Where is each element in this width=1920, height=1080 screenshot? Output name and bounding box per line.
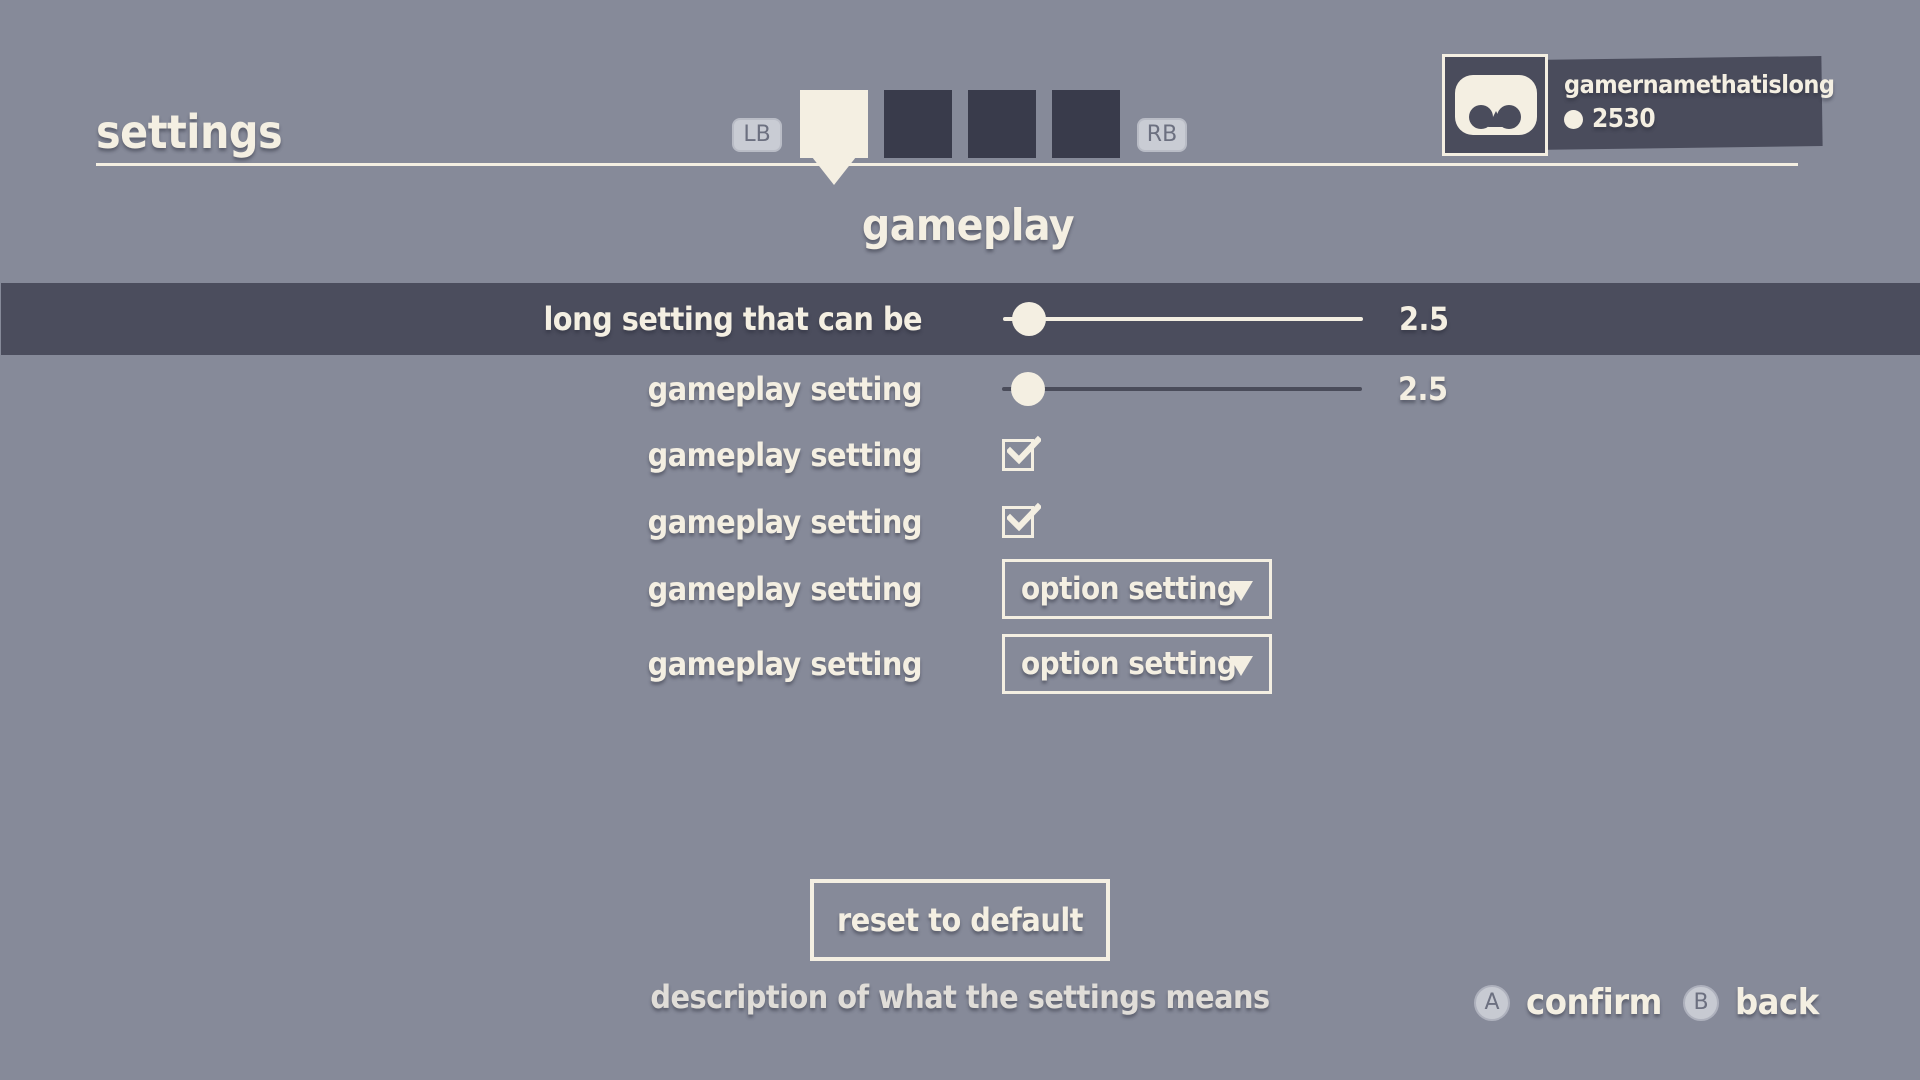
option-dropdown[interactable]: option setting [1002,634,1272,694]
gamername: gamernamethatislong [1564,70,1835,99]
dropdown-value: option setting [1021,571,1237,607]
a-button-icon: A [1474,984,1510,1021]
avatar-mask-icon [1455,75,1537,135]
confirm-label: confirm [1526,982,1662,1023]
coin-icon [1564,110,1583,129]
slider-track[interactable] [1003,317,1363,321]
setting-label: gameplay setting [647,370,923,408]
setting-label: gameplay setting [647,503,923,541]
section-title: gameplay [861,200,1075,251]
tab-4[interactable] [1052,90,1120,158]
checkmark-icon [1007,435,1041,465]
tab-3[interactable] [968,90,1036,158]
active-tab-pointer [812,157,856,185]
setting-label: gameplay setting [647,436,923,474]
back-hint[interactable]: B back [1683,982,1819,1023]
dropdown-arrow-icon [1229,656,1253,676]
setting-row-slider[interactable]: long setting that can be 2.5 [1,283,1920,355]
slider-value: 2.5 [1399,300,1449,338]
settings-screen: settings LB RB gamernamethatislong 2530 … [0,0,1920,1080]
reset-to-default-button[interactable]: reset to default [810,879,1110,961]
setting-row-checkbox[interactable]: gameplay setting [0,421,1920,489]
setting-row-checkbox[interactable]: gameplay setting [0,488,1920,556]
tab-gameplay[interactable] [800,90,868,158]
setting-label: gameplay setting [647,645,923,683]
b-button-icon: B [1683,984,1719,1021]
slider-knob[interactable] [1012,302,1046,336]
header-divider [96,163,1798,166]
setting-label: gameplay setting [647,570,923,608]
setting-row-slider[interactable]: gameplay setting 2.5 [0,355,1920,423]
confirm-hint[interactable]: A confirm [1474,982,1662,1023]
setting-checkbox[interactable] [1002,435,1041,471]
setting-label: long setting that can be [543,300,922,338]
page-title: settings [96,105,283,159]
dropdown-arrow-icon [1229,581,1253,601]
tab-2[interactable] [884,90,952,158]
setting-row-dropdown[interactable]: gameplay setting option setting [0,630,1920,698]
slider-track[interactable] [1002,387,1362,391]
setting-checkbox[interactable] [1002,502,1041,538]
slider-value: 2.5 [1398,370,1448,408]
option-dropdown[interactable]: option setting [1002,559,1272,619]
slider-knob[interactable] [1011,372,1045,406]
checkmark-icon [1007,502,1041,532]
coin-count: 2530 [1592,104,1656,134]
back-label: back [1735,982,1819,1023]
setting-row-dropdown[interactable]: gameplay setting option setting [0,555,1920,623]
dropdown-value: option setting [1021,646,1237,682]
rb-bumper-icon[interactable]: RB [1137,118,1187,152]
avatar [1442,54,1548,156]
lb-bumper-icon[interactable]: LB [732,118,782,152]
